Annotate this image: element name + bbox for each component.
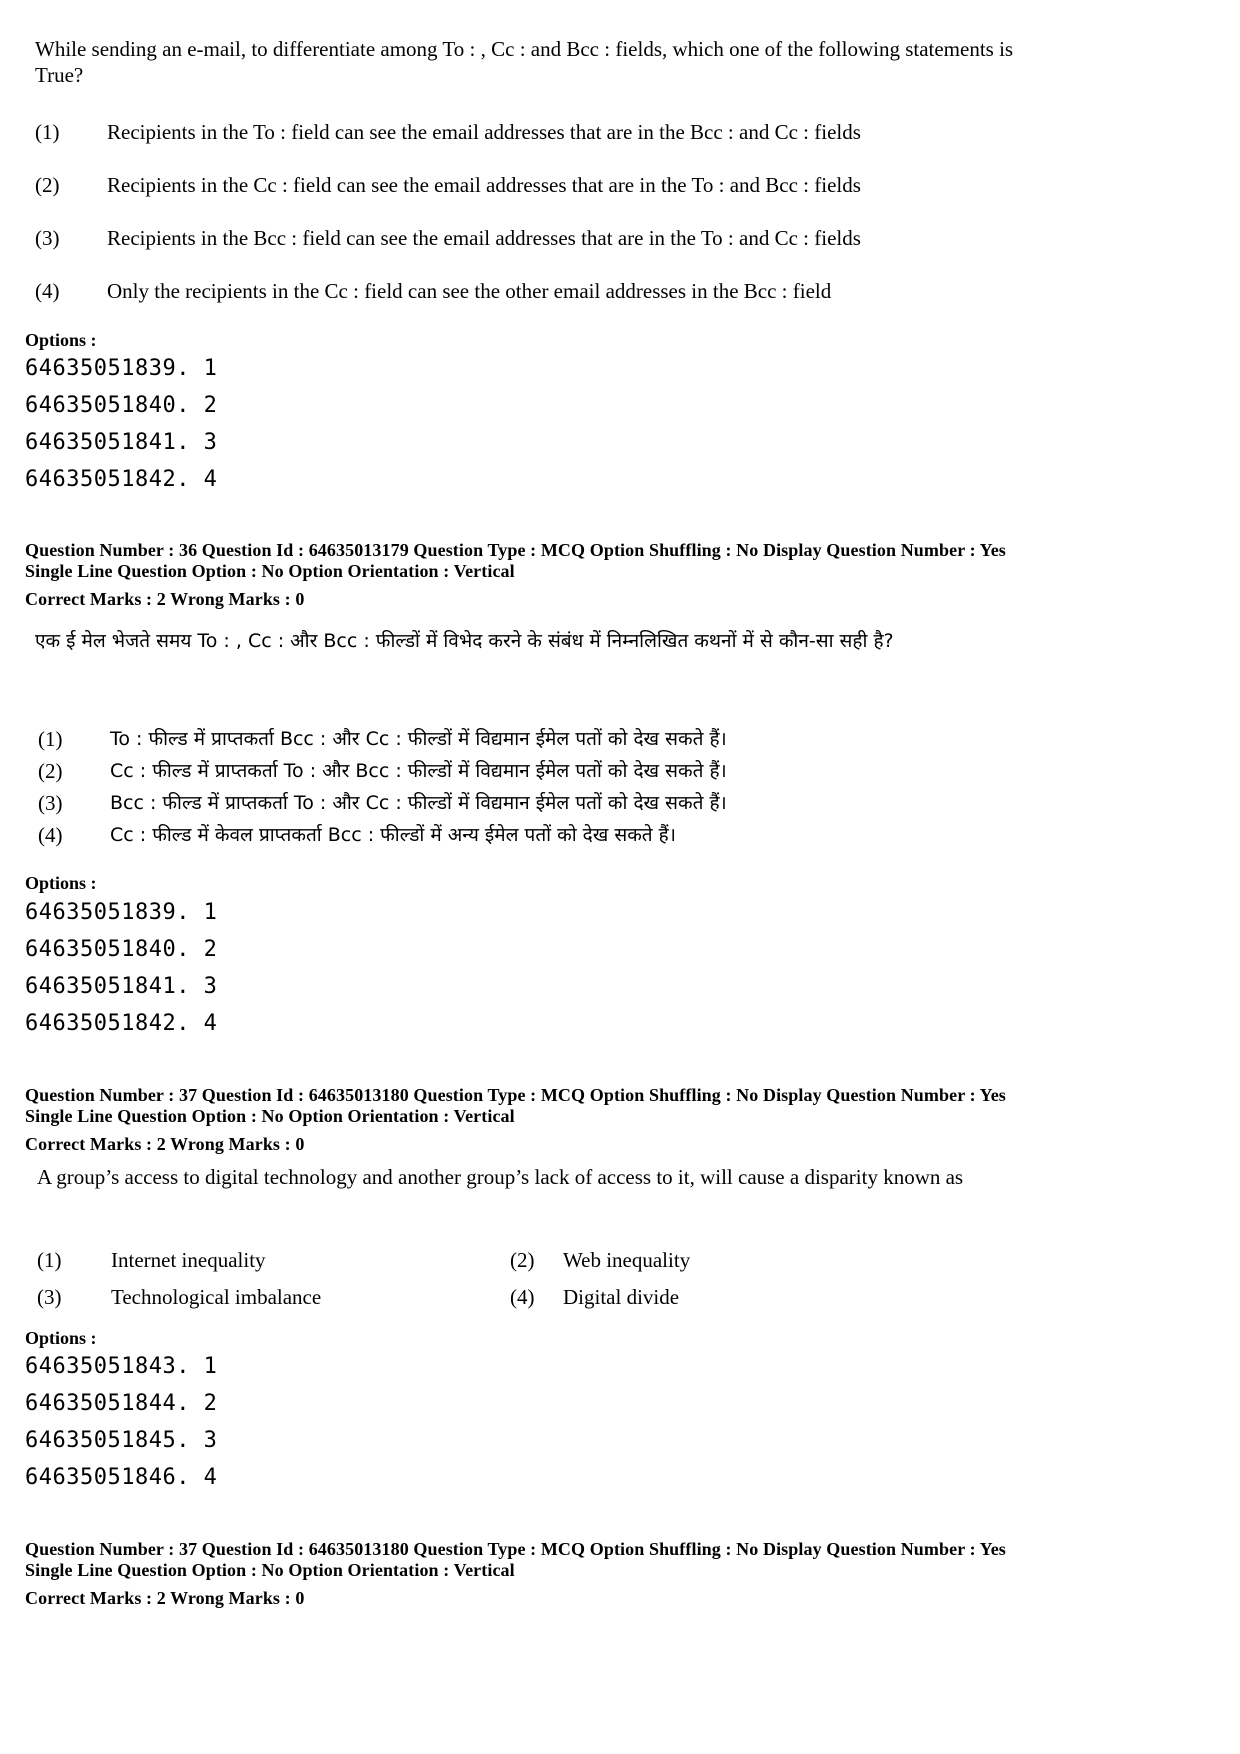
- choice-number: (2): [38, 759, 63, 783]
- choice-number: (1): [38, 727, 63, 751]
- options-label: Options :: [25, 1328, 97, 1348]
- choice-text: Cc : फील्ड में प्राप्तकर्ता To : और Bcc …: [110, 760, 727, 782]
- choice-number: (4): [510, 1285, 535, 1309]
- choice-number: (1): [37, 1248, 62, 1272]
- choice-text: Technological imbalance: [111, 1285, 322, 1309]
- choice-text: Only the recipients in the Cc : field ca…: [107, 279, 832, 303]
- question-meta-line1: Question Number : 36 Question Id : 64635…: [25, 540, 1006, 560]
- option-id: 64635051843. 1: [25, 1354, 218, 1379]
- choice-text: Digital divide: [563, 1285, 680, 1309]
- question-text: एक ई मेल भेजते समय To : , Cc : और Bcc : …: [35, 630, 894, 652]
- choice-text: Bcc : फील्ड में प्राप्तकर्ता To : और Cc …: [110, 792, 727, 814]
- question-meta-line2: Single Line Question Option : No Option …: [25, 1560, 515, 1580]
- question-marks: Correct Marks : 2 Wrong Marks : 0: [25, 1134, 305, 1154]
- question-meta-line2: Single Line Question Option : No Option …: [25, 1106, 515, 1126]
- options-label: Options :: [25, 873, 97, 893]
- choice-number: (2): [510, 1248, 535, 1272]
- option-id: 64635051842. 4: [25, 1011, 218, 1036]
- choice-text: Recipients in the To : field can see the…: [107, 120, 861, 144]
- question-text: A group’s access to digital technology a…: [37, 1165, 964, 1189]
- question-meta-line2: Single Line Question Option : No Option …: [25, 561, 515, 581]
- choice-number: (3): [35, 226, 60, 250]
- question-marks: Correct Marks : 2 Wrong Marks : 0: [25, 589, 305, 609]
- choice-number: (1): [35, 120, 60, 144]
- option-id: 64635051839. 1: [25, 356, 218, 381]
- option-id: 64635051841. 3: [25, 430, 218, 455]
- option-id: 64635051841. 3: [25, 974, 218, 999]
- option-id: 64635051842. 4: [25, 467, 218, 492]
- choice-text: Recipients in the Bcc : field can see th…: [107, 226, 861, 250]
- choice-text: Recipients in the Cc : field can see the…: [107, 173, 861, 197]
- choice-text: Cc : फील्ड में केवल प्राप्तकर्ता Bcc : फ…: [110, 824, 676, 846]
- option-id: 64635051840. 2: [25, 393, 218, 418]
- choice-number: (4): [35, 279, 60, 303]
- question-text: While sending an e-mail, to differentiat…: [35, 37, 1014, 87]
- option-id: 64635051840. 2: [25, 937, 218, 962]
- option-id: 64635051846. 4: [25, 1465, 218, 1490]
- option-id: 64635051844. 2: [25, 1391, 218, 1416]
- choice-text: Web inequality: [563, 1248, 691, 1272]
- choice-number: (3): [37, 1285, 62, 1309]
- option-id: 64635051839. 1: [25, 900, 218, 925]
- options-label: Options :: [25, 330, 97, 350]
- choice-number: (4): [38, 823, 63, 847]
- choice-number: (2): [35, 173, 60, 197]
- question-marks: Correct Marks : 2 Wrong Marks : 0: [25, 1588, 305, 1608]
- question-meta-line1: Question Number : 37 Question Id : 64635…: [25, 1085, 1006, 1105]
- option-id: 64635051845. 3: [25, 1428, 218, 1453]
- choice-text: To : फील्ड में प्राप्तकर्ता Bcc : और Cc …: [110, 728, 727, 750]
- choice-text: Internet inequality: [111, 1248, 266, 1272]
- question-meta-line1: Question Number : 37 Question Id : 64635…: [25, 1539, 1006, 1559]
- choice-number: (3): [38, 791, 63, 815]
